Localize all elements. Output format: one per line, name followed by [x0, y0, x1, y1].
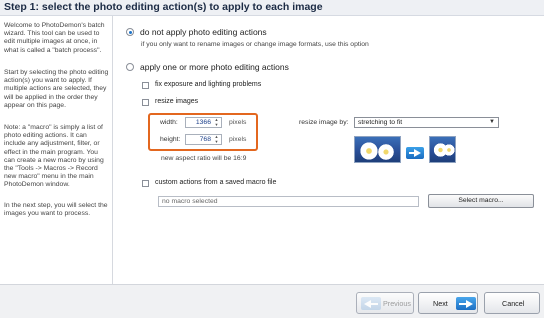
fix-exposure-checkbox[interactable] [142, 82, 149, 89]
wizard-header: Step 1: select the photo editing action(… [0, 0, 544, 16]
instructions-macro-note: Note: a "macro" is simply a list of phot… [4, 124, 104, 189]
macro-file-field[interactable]: no macro selected [158, 196, 419, 207]
resized-image-preview [429, 136, 456, 163]
flower-image [359, 141, 379, 161]
macro-label[interactable]: custom actions from a saved macro file [155, 179, 276, 186]
apply-actions-radio[interactable] [126, 63, 134, 71]
resize-images-checkbox[interactable] [142, 99, 149, 106]
flower-image [443, 143, 455, 157]
page-title: Step 1: select the photo editing action(… [4, 1, 323, 13]
resize-images-label[interactable]: resize images [155, 98, 198, 105]
next-button[interactable]: Next [418, 292, 478, 314]
fix-exposure-label[interactable]: fix exposure and lighting problems [155, 81, 261, 88]
flower-image [377, 143, 395, 161]
chevron-down-icon[interactable]: ▼ [489, 118, 495, 127]
instructions-next-step: In the next step, you will select the im… [4, 202, 108, 218]
no-actions-radio[interactable] [126, 28, 134, 36]
previous-label: Previous [383, 299, 411, 308]
apply-actions-label[interactable]: apply one or more photo editing actions [140, 62, 289, 72]
resize-mode-label: resize image by: [299, 119, 349, 126]
no-actions-hint: if you only want to rename images or cha… [141, 41, 369, 48]
cancel-button[interactable]: Cancel [484, 292, 540, 314]
original-image-preview [354, 136, 401, 163]
previous-button[interactable]: Previous [356, 292, 414, 314]
next-label: Next [433, 299, 448, 308]
right-arrow-icon [406, 147, 424, 159]
right-arrow-icon [456, 297, 476, 310]
instructions-welcome: Welcome to PhotoDemon's batch wizard. Th… [4, 22, 105, 54]
instructions-select-actions: Start by selecting the photo editing act… [4, 69, 109, 109]
macro-checkbox[interactable] [142, 180, 149, 187]
wizard-footer: Previous Next Cancel [0, 284, 544, 318]
select-macro-button[interactable]: Select macro... [428, 194, 534, 208]
cancel-label: Cancel [502, 299, 525, 308]
resize-mode-value[interactable]: stretching to fit [358, 119, 402, 126]
aspect-ratio-text: new aspect ratio will be 16:9 [161, 155, 247, 162]
resize-mode-select[interactable]: stretching to fit ▼ [354, 117, 499, 128]
no-actions-label[interactable]: do not apply photo editing actions [140, 27, 267, 37]
left-arrow-icon [361, 297, 381, 310]
resize-dimensions-highlight [148, 113, 258, 151]
instructions-pane: Welcome to PhotoDemon's batch wizard. Th… [0, 16, 113, 284]
